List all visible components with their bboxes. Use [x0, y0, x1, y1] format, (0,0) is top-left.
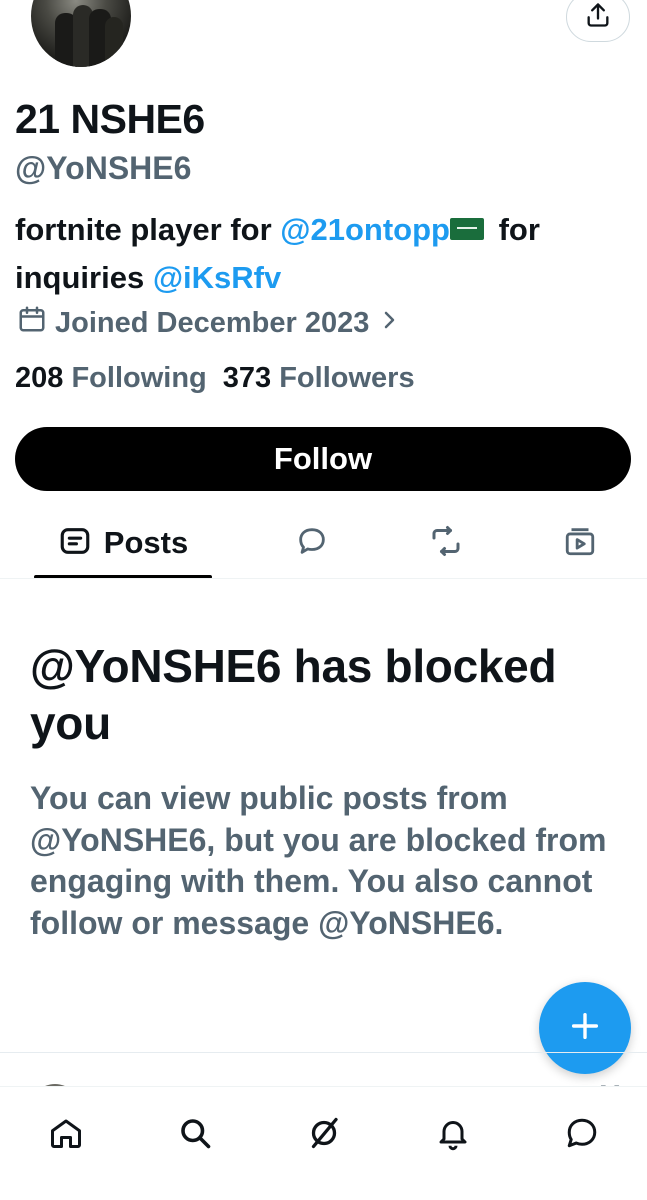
tab-reposts[interactable]	[422, 508, 470, 578]
tab-posts[interactable]: Posts	[34, 508, 212, 578]
plus-icon	[568, 1009, 602, 1048]
followers-count: 373	[222, 362, 272, 394]
nav-grok[interactable]	[300, 1111, 348, 1159]
speech-bubble-icon	[295, 524, 329, 563]
bio-mention-link[interactable]: @iKsRfv	[153, 260, 281, 295]
grok-icon	[306, 1115, 342, 1156]
saudi-flag-icon	[449, 217, 484, 240]
nav-home[interactable]	[42, 1111, 90, 1159]
home-icon	[48, 1115, 84, 1156]
blocked-title: @YoNSHE6 has blocked you	[30, 640, 557, 749]
nav-notifications[interactable]	[429, 1111, 477, 1159]
profile-handle: @YoNSHE6	[15, 150, 192, 186]
bell-icon	[435, 1115, 471, 1156]
follow-counts: 208 Following 373 Followers	[15, 362, 415, 395]
following-link[interactable]: 208 Following	[15, 362, 207, 395]
followers-link[interactable]: 373 Followers	[223, 362, 415, 395]
search-icon	[177, 1115, 213, 1156]
following-count: 208	[15, 362, 64, 394]
tab-replies[interactable]	[288, 508, 336, 578]
divider	[0, 578, 647, 579]
joined-date-row[interactable]: Joined December 2023	[17, 304, 401, 342]
nav-search[interactable]	[171, 1111, 219, 1159]
media-icon	[563, 524, 597, 563]
blocked-description: You can view public posts from @YoNSHE6,…	[30, 780, 607, 941]
follow-button[interactable]: Follow	[15, 427, 631, 491]
joined-date-text: Joined December 2023	[55, 306, 370, 339]
bio-mention-link[interactable]: @21ontopp	[280, 212, 450, 247]
posts-tab-icon	[58, 524, 92, 563]
calendar-icon	[17, 304, 47, 342]
following-label: Following	[71, 362, 207, 394]
repost-icon	[428, 523, 464, 564]
followers-label: Followers	[279, 362, 415, 394]
tab-media[interactable]	[556, 508, 604, 578]
tab-posts-label: Posts	[103, 525, 189, 560]
chevron-right-icon	[377, 307, 401, 340]
messages-icon	[564, 1115, 600, 1156]
display-name: 21 NSHE6	[15, 96, 205, 142]
bottom-nav	[0, 1086, 647, 1200]
nav-messages[interactable]	[558, 1111, 606, 1159]
divider	[0, 1052, 647, 1053]
share-icon	[584, 1, 612, 34]
profile-avatar[interactable]	[28, 0, 134, 70]
profile-bio: fortnite player for @21ontopp for inquir…	[15, 206, 635, 302]
profile-tabs: Posts	[0, 508, 647, 579]
bio-text: fortnite player for	[15, 212, 281, 247]
share-button[interactable]	[566, 0, 630, 42]
compose-button[interactable]	[539, 982, 631, 1074]
